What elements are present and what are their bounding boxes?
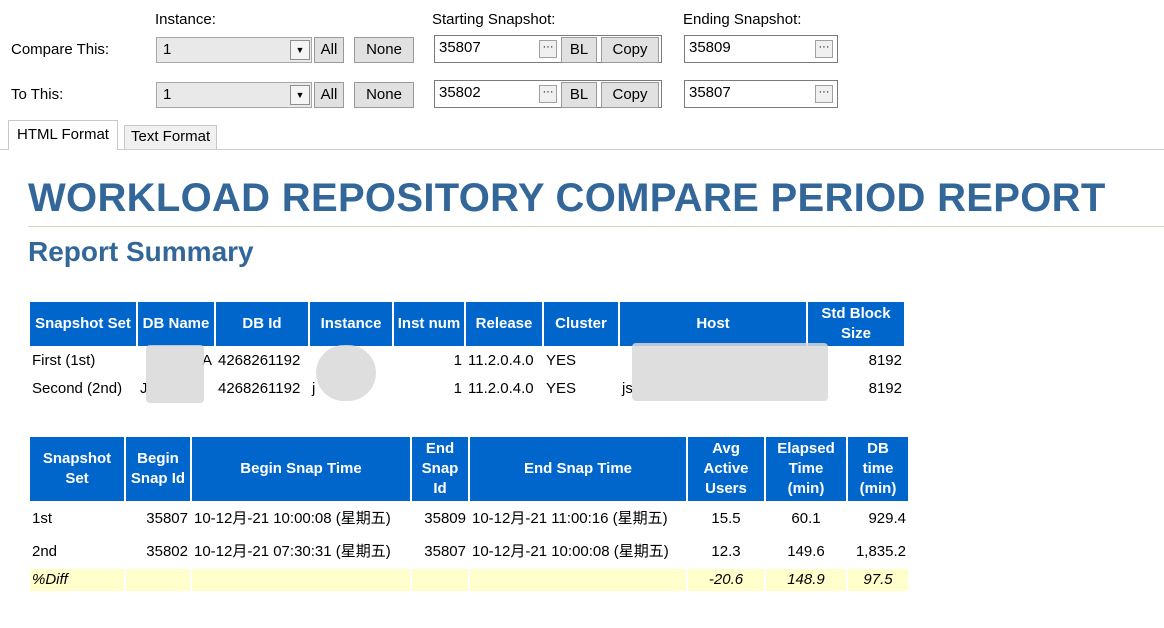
compare-bl-button[interactable]: BL	[561, 37, 597, 63]
cell-elapsed-time: 60.1	[791, 509, 821, 527]
compare-end-snapshot-value: 35809	[689, 39, 731, 56]
cell-snapshot-set: Second (2nd)	[32, 380, 123, 397]
compare-start-browse-button[interactable]: ···	[539, 40, 557, 58]
cell-diff-avg-active-users: -20.6	[688, 569, 764, 591]
col-header-std-block-size: Std Block Size	[808, 302, 904, 346]
col-header-db-name: DB Name	[138, 302, 214, 346]
cell-begin-snap-id: 35807	[146, 509, 188, 527]
table-header-row: Snapshot Set Begin Snap Id Begin Snap Ti…	[30, 437, 908, 501]
to-this-label: To This:	[11, 86, 64, 103]
col-header-db-id: DB Id	[216, 302, 308, 346]
cell-begin-snap-time: 10-12月-21 07:30:31 (星期五)	[194, 542, 391, 560]
redaction-host	[632, 343, 828, 401]
cell-diff-elapsed-time: 148.9	[766, 569, 846, 591]
compare-all-button[interactable]: All	[314, 37, 344, 63]
chevron-down-icon[interactable]: ▼	[290, 85, 310, 105]
col-header-begin-snap-id: Begin Snap Id	[126, 437, 190, 501]
redaction-db-name	[146, 345, 204, 403]
title-underline	[28, 226, 1164, 227]
cell-release: 11.2.0.4.0	[468, 352, 534, 369]
to-instance-select[interactable]: 1 ▼	[156, 82, 312, 108]
report-summary-title: Report Summary	[28, 236, 254, 267]
col-header-instance: Instance	[310, 302, 392, 346]
table-row: 2nd 35802 10-12月-21 07:30:31 (星期五) 35807…	[30, 536, 908, 567]
compare-none-button[interactable]: None	[354, 37, 414, 63]
cell-snapshot-set: 1st	[32, 509, 53, 527]
cell-db-id: 4268261192	[218, 352, 301, 369]
instance-header: Instance:	[155, 11, 216, 28]
col-header-db-time: DB time (min)	[848, 437, 908, 501]
cell-inst-num: 1	[453, 380, 462, 397]
redaction-instance	[316, 345, 376, 401]
report-title: WORKLOAD REPOSITORY COMPARE PERIOD REPOR…	[28, 176, 1106, 220]
cell-db-id: 4268261192	[218, 380, 301, 397]
to-instance-value: 1	[163, 86, 172, 103]
col-header-elapsed-time: Elapsed Time (min)	[766, 437, 846, 501]
cell-end-snap-time: 10-12月-21 11:00:16 (星期五)	[472, 509, 668, 527]
table-header-row: Snapshot Set DB Name DB Id Instance Inst…	[30, 302, 904, 346]
col-header-snapshot-set: Snapshot Set	[30, 302, 136, 346]
cell-release: 11.2.0.4.0	[468, 380, 534, 397]
cell-snapshot-set: First (1st)	[32, 352, 96, 369]
compare-copy-button[interactable]: Copy	[601, 37, 659, 63]
to-copy-button[interactable]: Copy	[601, 82, 659, 108]
cell-diff-label: %Diff	[30, 569, 124, 591]
to-end-snapshot-value: 35807	[689, 84, 731, 101]
diff-row: %Diff -20.6 148.9 97.5	[30, 569, 908, 591]
tab-html-format[interactable]: HTML Format	[8, 120, 118, 150]
cell-snapshot-set: 2nd	[32, 542, 58, 560]
chevron-down-icon[interactable]: ▼	[290, 40, 310, 60]
to-all-button[interactable]: All	[314, 82, 344, 108]
cell-end-snap-id: 35807	[424, 542, 466, 560]
snapshot-timing-table: Snapshot Set Begin Snap Id Begin Snap Ti…	[28, 435, 910, 593]
cell-avg-active-users: 15.5	[711, 509, 741, 527]
compare-start-snapshot-value: 35807	[439, 39, 481, 56]
col-header-inst-num: Inst num	[394, 302, 464, 346]
to-bl-button[interactable]: BL	[561, 82, 597, 108]
compare-this-label: Compare This:	[11, 41, 110, 58]
cell-diff-db-time: 97.5	[848, 569, 908, 591]
cell-inst-num: 1	[453, 352, 462, 369]
col-header-snapshot-set: Snapshot Set	[30, 437, 124, 501]
compare-instance-select[interactable]: 1 ▼	[156, 37, 312, 63]
cell-diff-end-snap-id	[412, 569, 468, 591]
cell-cluster: YES	[546, 380, 577, 397]
col-header-end-snap-id: End Snap Id	[412, 437, 468, 501]
table-row: 1st 35807 10-12月-21 10:00:08 (星期五) 35809…	[30, 503, 908, 534]
tab-text-format[interactable]: Text Format	[124, 125, 218, 149]
cell-diff-begin-snap-time	[192, 569, 410, 591]
cell-begin-snap-id: 35802	[146, 542, 188, 560]
col-header-host: Host	[620, 302, 806, 346]
col-header-release: Release	[466, 302, 542, 346]
cell-end-snap-time: 10-12月-21 10:00:08 (星期五)	[472, 542, 669, 560]
starting-snapshot-header: Starting Snapshot:	[432, 11, 556, 28]
to-start-snapshot-value: 35802	[439, 84, 481, 101]
col-header-end-snap-time: End Snap Time	[470, 437, 686, 501]
tab-strip-line	[0, 149, 1164, 150]
cell-end-snap-id: 35809	[424, 509, 466, 527]
col-header-avg-active-users: Avg Active Users	[688, 437, 764, 501]
ending-snapshot-header: Ending Snapshot:	[683, 11, 802, 28]
to-none-button[interactable]: None	[354, 82, 414, 108]
col-header-cluster: Cluster	[544, 302, 618, 346]
compare-end-browse-button[interactable]: ···	[815, 40, 833, 58]
cell-diff-begin-snap-id	[126, 569, 190, 591]
cell-db-time: 929.4	[868, 509, 906, 527]
cell-db-time: 1,835.2	[855, 542, 906, 560]
cell-avg-active-users: 12.3	[711, 542, 741, 560]
cell-begin-snap-time: 10-12月-21 10:00:08 (星期五)	[194, 509, 391, 527]
col-header-begin-snap-time: Begin Snap Time	[192, 437, 410, 501]
to-start-browse-button[interactable]: ···	[539, 85, 557, 103]
cell-diff-end-snap-time	[470, 569, 686, 591]
to-end-browse-button[interactable]: ···	[815, 85, 833, 103]
cell-elapsed-time: 149.6	[787, 542, 825, 560]
compare-instance-value: 1	[163, 41, 172, 58]
cell-cluster: YES	[546, 352, 577, 369]
